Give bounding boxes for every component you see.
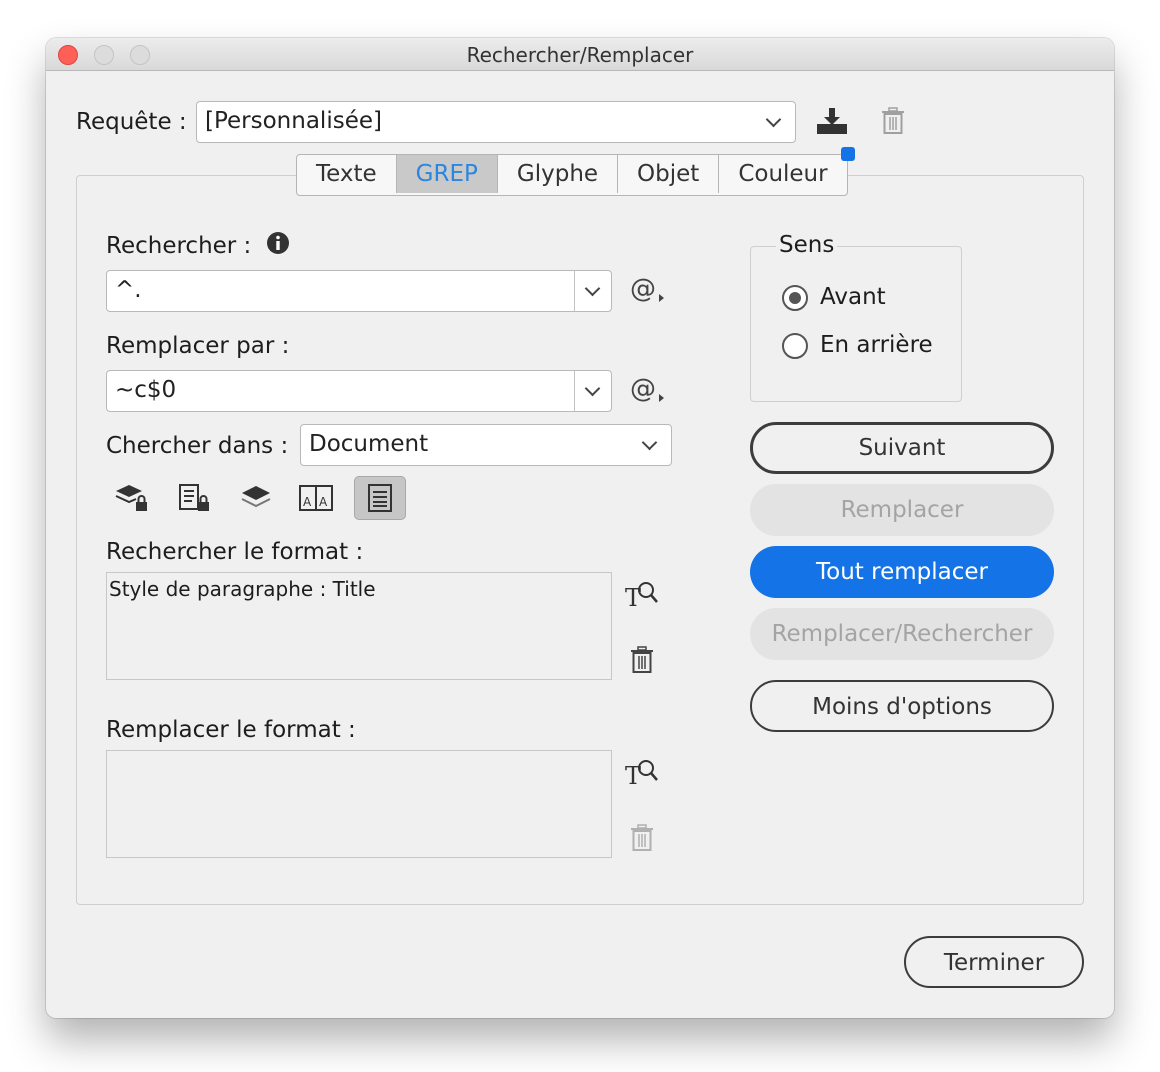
include-locked-layers-icon	[115, 485, 147, 511]
include-locked-stories-icon	[179, 484, 209, 511]
trash-icon	[882, 107, 904, 134]
trash-icon	[631, 646, 653, 673]
find-format-value: Style de paragraphe : Title	[109, 577, 376, 601]
svg-text:A: A	[303, 495, 312, 509]
fewer-options-button[interactable]: Moins d'options	[750, 680, 1054, 732]
specify-format-icon: T	[625, 760, 658, 788]
search-in-label: Chercher dans :	[106, 433, 289, 459]
include-footnotes-icon	[368, 484, 392, 512]
save-query-icon	[817, 108, 847, 134]
include-master-pages-button[interactable]: A A	[296, 478, 336, 518]
direction-title: Sens	[776, 232, 838, 258]
search-in-dropdown[interactable]: Document	[300, 424, 672, 466]
chevron-down-icon[interactable]	[584, 280, 601, 297]
tab-couleur-label: Couleur	[738, 161, 828, 187]
specify-find-format-button[interactable]: T	[622, 574, 662, 614]
query-dropdown[interactable]: [Personnalisée]	[196, 101, 796, 143]
include-hidden-layers-icon	[241, 486, 271, 508]
replace-button[interactable]: Remplacer	[750, 484, 1054, 536]
trash-icon	[631, 824, 653, 851]
replace-format-box[interactable]	[106, 750, 612, 858]
query-value: [Personnalisée]	[205, 108, 382, 134]
done-button[interactable]: Terminer	[904, 936, 1084, 988]
find-format-label: Rechercher le format :	[106, 539, 364, 565]
title-bar: Rechercher/Remplacer	[46, 38, 1114, 71]
chevron-down-icon	[765, 111, 782, 128]
include-master-pages-icon: A A	[299, 485, 333, 511]
query-label: Requête :	[76, 109, 187, 135]
notification-badge	[840, 147, 855, 161]
direction-forward-label[interactable]: Avant	[820, 284, 886, 310]
find-input[interactable]: ^.	[106, 270, 612, 312]
save-query-button[interactable]	[812, 101, 852, 141]
replace-find-button[interactable]: Remplacer/Rechercher	[750, 608, 1054, 660]
specify-replace-format-button[interactable]: T	[622, 752, 662, 792]
find-value: ^.	[115, 277, 142, 303]
include-locked-layers-button[interactable]	[112, 478, 152, 518]
include-footnotes-button[interactable]	[354, 476, 406, 520]
find-format-box[interactable]: Style de paragraphe : Title	[106, 572, 612, 680]
window-title: Rechercher/Remplacer	[466, 43, 694, 67]
find-label: Rechercher :	[106, 233, 252, 259]
search-in-value: Document	[309, 431, 429, 457]
special-characters-find-icon[interactable]: @	[630, 274, 664, 304]
special-characters-replace-icon[interactable]: @	[630, 374, 664, 404]
replace-format-label: Remplacer le format :	[106, 717, 356, 743]
tab-texte[interactable]: Texte	[297, 155, 397, 193]
direction-backward-label[interactable]: En arrière	[820, 332, 933, 358]
replace-input[interactable]: ~c$0	[106, 370, 612, 412]
direction-group	[750, 246, 962, 402]
specify-format-icon: T	[625, 582, 658, 610]
replace-all-button[interactable]: Tout remplacer	[750, 546, 1054, 598]
chevron-down-icon	[641, 434, 658, 451]
direction-backward-radio[interactable]	[782, 333, 808, 359]
replace-label: Remplacer par :	[106, 333, 290, 359]
svg-text:A: A	[319, 495, 328, 509]
tab-objet[interactable]: Objet	[618, 155, 720, 193]
info-icon[interactable]	[266, 231, 290, 259]
chevron-down-icon[interactable]	[584, 380, 601, 397]
tab-glyphe[interactable]: Glyphe	[498, 155, 619, 193]
delete-query-button[interactable]	[873, 101, 913, 141]
direction-forward-radio[interactable]	[782, 285, 808, 311]
clear-find-format-button[interactable]	[622, 640, 662, 680]
next-button[interactable]: Suivant	[750, 422, 1054, 474]
find-change-dialog: Rechercher/Remplacer Requête : [Personna…	[46, 38, 1114, 1018]
replace-value: ~c$0	[115, 377, 177, 403]
include-locked-stories-button[interactable]	[174, 478, 214, 518]
tab-couleur[interactable]: Couleur	[719, 147, 855, 193]
tab-grep[interactable]: GREP	[396, 155, 498, 193]
clear-replace-format-button[interactable]	[622, 818, 662, 858]
tab-bar: Texte GREP Glyphe Objet Couleur	[296, 147, 855, 196]
include-hidden-layers-button[interactable]	[236, 478, 276, 518]
